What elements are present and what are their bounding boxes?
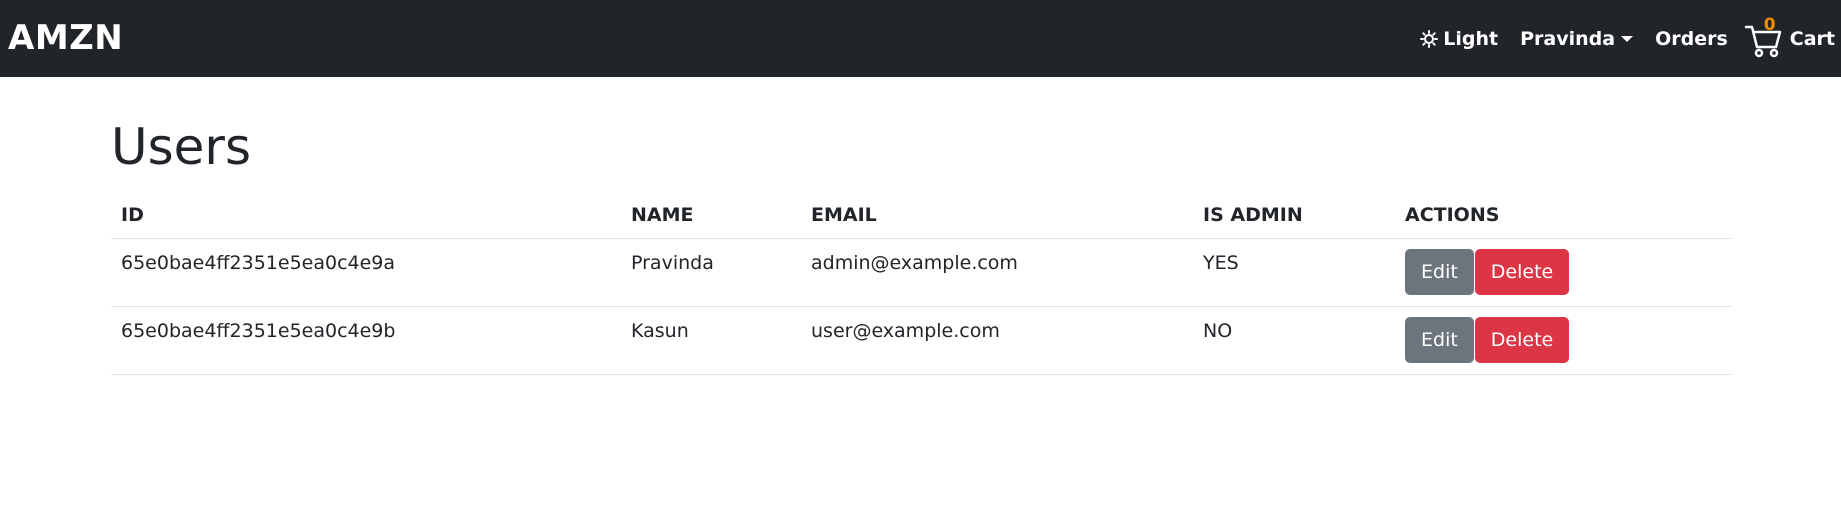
user-id-text: 65e0bae4ff2351e5ea0c4e9b bbox=[121, 319, 396, 342]
user-id-text: 65e0bae4ff2351e5ea0c4e9a bbox=[121, 251, 396, 274]
edit-user-button[interactable]: Edit bbox=[1405, 317, 1474, 363]
navbar-right-group: Light Pravinda Orders 0 Cart bbox=[1420, 0, 1841, 77]
cell-actions: Edit Delete bbox=[1395, 238, 1731, 307]
user-name-text: Kasun bbox=[631, 319, 689, 342]
cell-id: 65e0bae4ff2351e5ea0c4e9b bbox=[111, 306, 621, 375]
column-header-is-admin: IS ADMIN bbox=[1193, 193, 1395, 239]
cell-is-admin: YES bbox=[1193, 238, 1395, 307]
cell-name: Kasun bbox=[621, 306, 801, 375]
delete-user-button[interactable]: Delete bbox=[1474, 317, 1570, 363]
user-admin-text: YES bbox=[1203, 251, 1239, 274]
theme-toggle-button[interactable]: Light bbox=[1420, 28, 1498, 50]
orders-link[interactable]: Orders bbox=[1655, 28, 1728, 50]
table-row: 65e0bae4ff2351e5ea0c4e9b Kasun user@exam… bbox=[111, 306, 1731, 375]
cell-email: admin@example.com bbox=[801, 238, 1193, 307]
cell-actions: Edit Delete bbox=[1395, 306, 1731, 375]
cell-name: Pravinda bbox=[621, 238, 801, 307]
cell-id: 65e0bae4ff2351e5ea0c4e9a bbox=[111, 238, 621, 307]
table-header-row: ID NAME EMAIL IS ADMIN ACTIONS bbox=[111, 193, 1731, 239]
caret-down-icon bbox=[1621, 35, 1634, 42]
cell-email: user@example.com bbox=[801, 306, 1193, 375]
user-menu-label: Pravinda bbox=[1520, 27, 1616, 50]
cell-is-admin: NO bbox=[1193, 306, 1395, 375]
user-name-text: Pravinda bbox=[631, 251, 714, 274]
users-table: ID NAME EMAIL IS ADMIN ACTIONS 65e0bae4f… bbox=[111, 193, 1731, 375]
brand-logo-link[interactable]: AMZN bbox=[8, 18, 123, 58]
cart-icon: 0 bbox=[1744, 15, 1784, 59]
table-row: 65e0bae4ff2351e5ea0c4e9a Pravinda admin@… bbox=[111, 238, 1731, 307]
column-header-email: EMAIL bbox=[801, 193, 1193, 239]
cart-label: Cart bbox=[1789, 27, 1835, 50]
column-header-id: ID bbox=[111, 193, 621, 239]
user-menu-dropdown[interactable]: Pravinda bbox=[1520, 27, 1634, 50]
sun-icon bbox=[1420, 29, 1439, 48]
user-admin-text: NO bbox=[1203, 319, 1233, 342]
column-header-name: NAME bbox=[621, 193, 801, 239]
user-email-text: admin@example.com bbox=[811, 251, 1018, 274]
delete-user-button[interactable]: Delete bbox=[1474, 249, 1570, 295]
user-email-text: user@example.com bbox=[811, 319, 1000, 342]
cart-link[interactable]: 0 Cart bbox=[1744, 15, 1835, 59]
column-header-actions: ACTIONS bbox=[1395, 193, 1731, 239]
page-title: Users bbox=[111, 118, 252, 176]
cart-count-badge: 0 bbox=[1763, 14, 1776, 35]
theme-toggle-label: Light bbox=[1443, 27, 1499, 50]
top-navbar: AMZN Light Pravinda Orders 0 Cart bbox=[0, 0, 1841, 77]
edit-user-button[interactable]: Edit bbox=[1405, 249, 1474, 295]
